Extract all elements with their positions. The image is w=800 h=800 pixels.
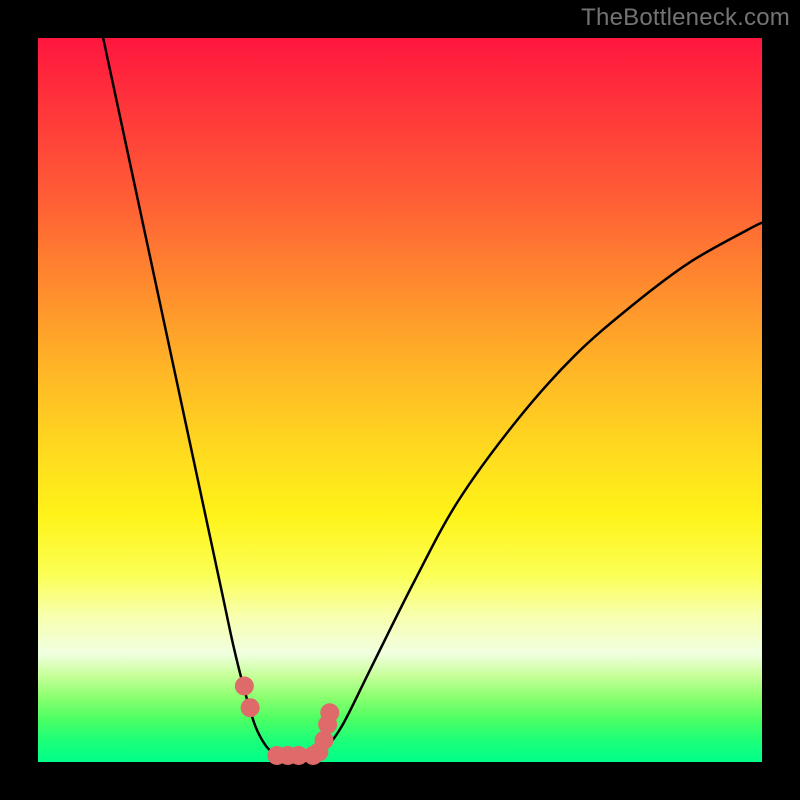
notch-marker [241, 698, 260, 717]
notch-marker [235, 676, 254, 695]
curve-layer [103, 38, 762, 756]
marker-layer [235, 676, 339, 765]
left-curve [103, 38, 277, 756]
watermark-text: TheBottleneck.com [581, 4, 790, 32]
plot-area [38, 38, 762, 762]
chart-frame: TheBottleneck.com [0, 0, 800, 800]
right-curve [320, 223, 762, 757]
chart-svg [38, 38, 762, 762]
notch-marker [314, 731, 333, 750]
notch-marker [320, 703, 339, 722]
